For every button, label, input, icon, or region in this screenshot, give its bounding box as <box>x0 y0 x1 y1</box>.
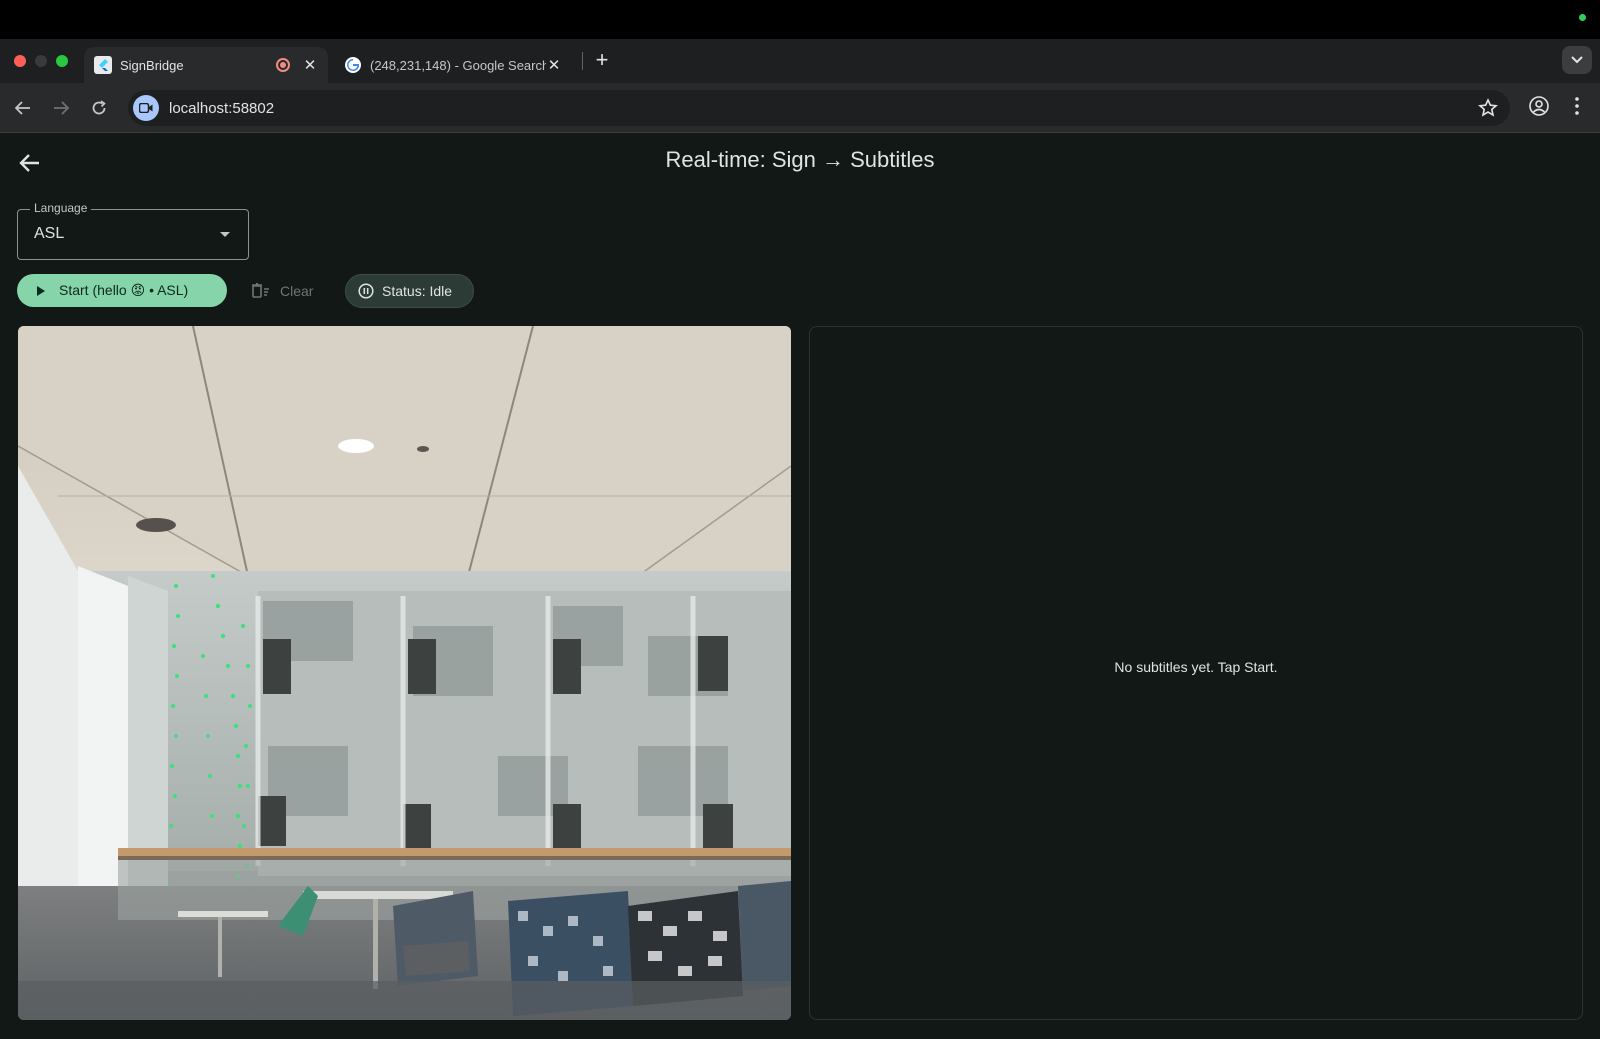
star-icon[interactable] <box>1478 98 1498 118</box>
window-zoom-button[interactable] <box>56 55 68 67</box>
camera-preview <box>18 326 791 1020</box>
profile-icon[interactable] <box>1528 95 1550 117</box>
back-button[interactable] <box>10 95 36 121</box>
empty-subtitles-message: No subtitles yet. Tap Start. <box>1114 659 1278 675</box>
reload-button[interactable] <box>86 95 112 121</box>
start-button-label: Start (hello 😡 • ASL) <box>59 282 189 298</box>
browser-toolbar: localhost:58802 <box>0 83 1600 133</box>
google-favicon-icon <box>345 57 361 73</box>
window-close-button[interactable] <box>14 55 26 67</box>
recording-icon <box>276 58 290 72</box>
new-tab-icon[interactable]: + <box>592 47 612 73</box>
language-dropdown[interactable]: Language ASL <box>17 201 249 260</box>
tab-search-button[interactable] <box>1562 46 1592 74</box>
tab-title: (248,231,148) - Google Search <box>370 57 546 73</box>
clear-icon <box>252 282 269 298</box>
pause-circle-icon <box>358 283 374 299</box>
language-label: Language <box>30 201 92 215</box>
close-tab-icon[interactable]: ✕ <box>302 56 318 74</box>
tab-google-search[interactable]: (248,231,148) - Google Search ✕ <box>334 47 572 83</box>
macos-menubar <box>0 0 1600 39</box>
address-bar[interactable]: localhost:58802 <box>128 90 1510 126</box>
status-chip: Status: Idle <box>345 274 474 308</box>
clear-button-label: Clear <box>280 282 314 299</box>
window-minimize-button[interactable] <box>35 55 47 67</box>
page-title: Real-time: Sign → Subtitles <box>665 147 935 172</box>
signbridge-app: Real-time: Sign → Subtitles Language ASL… <box>0 133 1600 1039</box>
more-vert-icon[interactable] <box>1566 95 1588 117</box>
dropdown-caret-icon <box>220 232 230 237</box>
chevron-down-icon <box>1571 56 1583 64</box>
start-button[interactable]: Start (hello 😡 • ASL) <box>17 274 227 307</box>
reload-icon <box>92 100 106 115</box>
forward-icon <box>54 101 69 115</box>
subtitles-panel: No subtitles yet. Tap Start. <box>809 326 1583 1020</box>
tab-title: SignBridge <box>120 57 184 73</box>
forward-button[interactable] <box>48 95 74 121</box>
language-value: ASL <box>34 225 65 242</box>
close-tab-icon[interactable]: ✕ <box>546 56 562 74</box>
url-text: localhost:58802 <box>169 99 275 117</box>
flutter-favicon-icon <box>94 56 112 74</box>
camera-in-use-indicator <box>1579 14 1586 21</box>
camera-site-icon[interactable] <box>133 95 159 121</box>
tab-signbridge[interactable]: SignBridge ✕ <box>84 47 328 83</box>
camera-feed-image <box>18 326 791 1020</box>
tab-separator <box>582 52 583 70</box>
play-icon <box>37 285 45 296</box>
back-icon <box>15 101 30 115</box>
clear-button[interactable]: Clear <box>252 274 313 307</box>
status-text: Status: Idle <box>382 283 453 299</box>
browser-tab-strip: SignBridge ✕ (248,231,148) - Google Sear… <box>0 39 1600 83</box>
